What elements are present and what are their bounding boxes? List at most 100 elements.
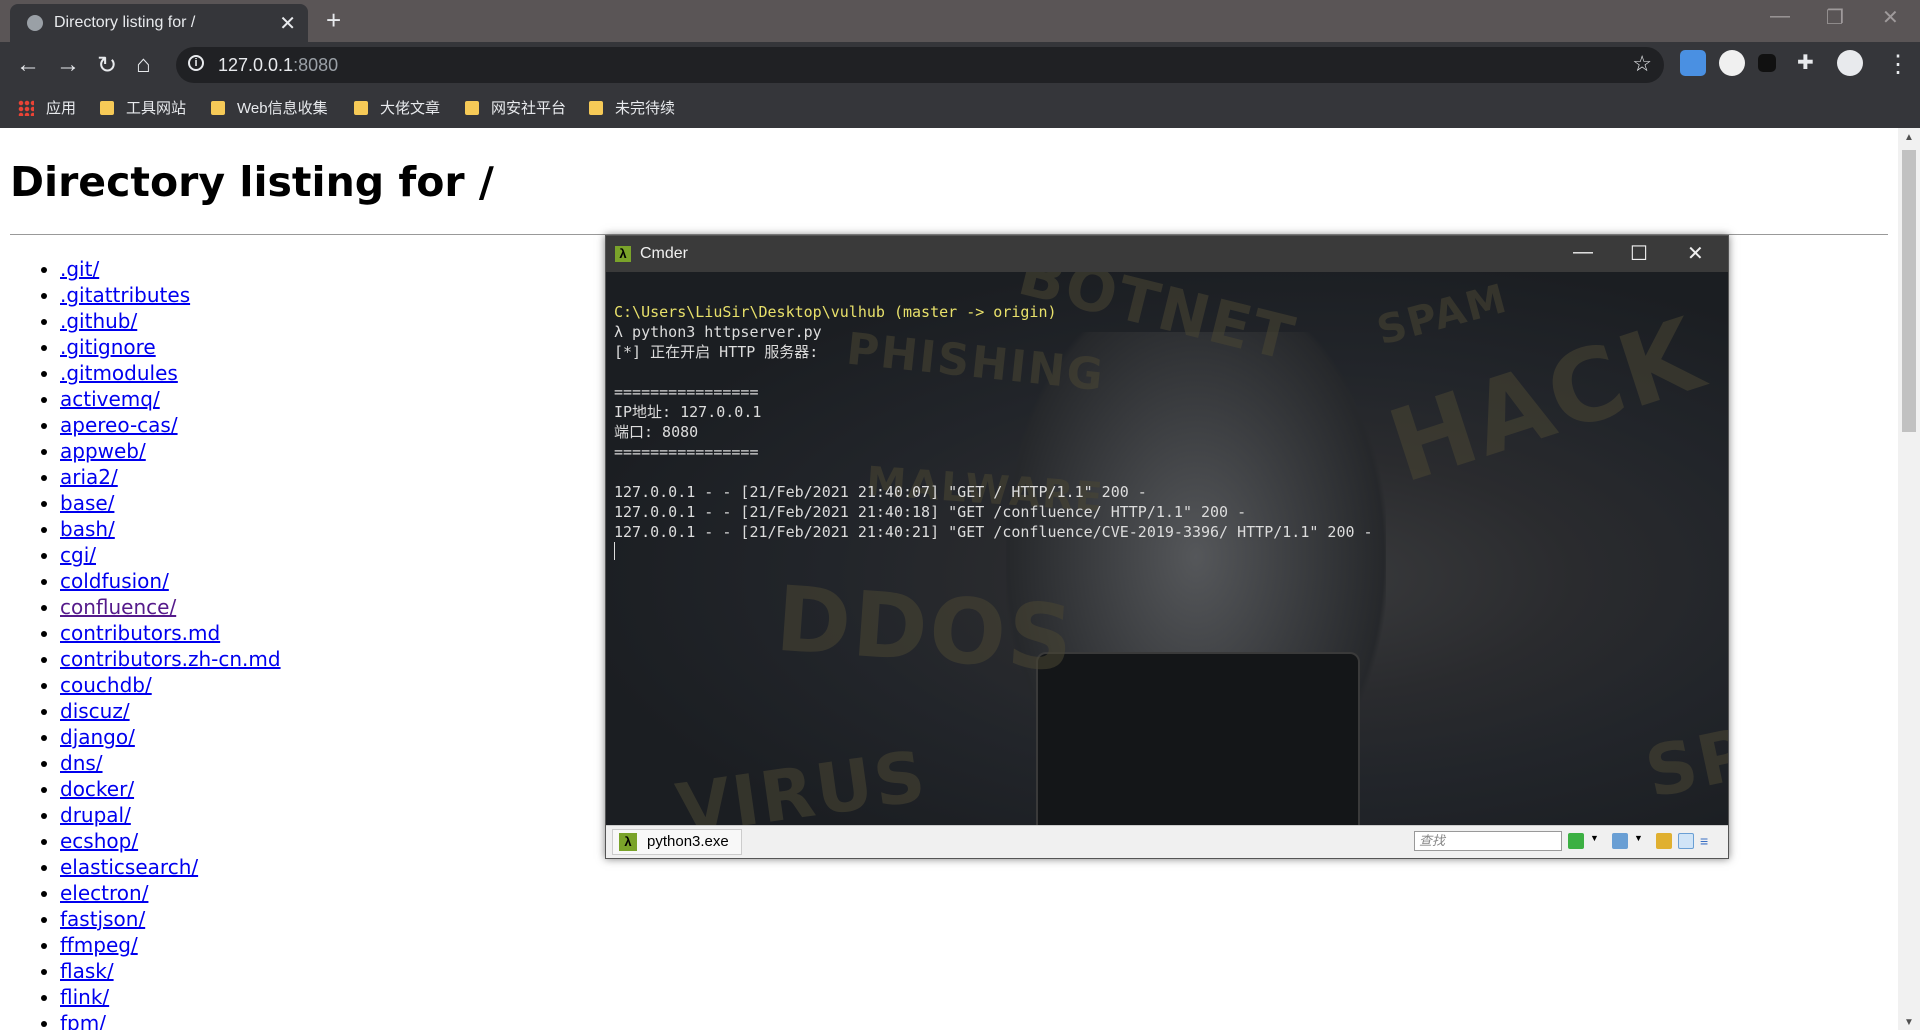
back-button[interactable]: ← xyxy=(16,51,40,79)
bookmark-folder-web-info[interactable]: Web信息收集 xyxy=(211,97,328,118)
home-button[interactable]: ⌂ xyxy=(136,51,151,79)
directory-link[interactable]: flask/ xyxy=(60,959,114,983)
directory-link[interactable]: django/ xyxy=(60,725,135,749)
directory-link[interactable]: bash/ xyxy=(60,517,115,541)
bookmark-folder-todo[interactable]: 未完待续 xyxy=(589,97,675,118)
search-input[interactable]: 查找 xyxy=(1414,831,1562,851)
list-item: cgi/ xyxy=(60,542,281,568)
cmder-maximize-button[interactable]: ☐ xyxy=(1630,241,1648,266)
directory-link[interactable]: cgi/ xyxy=(60,543,96,567)
directory-link[interactable]: activemq/ xyxy=(60,387,160,411)
list-item: confluence/ xyxy=(60,594,281,620)
browser-menu-button[interactable]: ⋮ xyxy=(1886,50,1910,79)
list-item: discuz/ xyxy=(60,698,281,724)
cmder-console[interactable]: BOTNET PHISHING HACK DDOS VIRUS MALWARE … xyxy=(606,272,1728,826)
menu-lines-icon[interactable]: ≡ xyxy=(1700,833,1716,849)
list-item: .gitignore xyxy=(60,334,281,360)
background-word: SPAM xyxy=(1372,275,1513,355)
scrollbar-thumb[interactable] xyxy=(1902,150,1916,432)
directory-link[interactable]: .git/ xyxy=(60,257,99,281)
extension-blue-icon[interactable] xyxy=(1680,50,1706,76)
directory-link[interactable]: aria2/ xyxy=(60,465,118,489)
address-bar[interactable]: i 127.0.0.1:8080 ☆ xyxy=(176,47,1664,83)
directory-link[interactable]: couchdb/ xyxy=(60,673,152,697)
directory-link[interactable]: docker/ xyxy=(60,777,134,801)
directory-link[interactable]: .gitignore xyxy=(60,335,156,359)
list-item: contributors.zh-cn.md xyxy=(60,646,281,672)
globe-icon xyxy=(27,15,43,31)
bookmark-folder-platform[interactable]: 网安社平台 xyxy=(465,97,566,118)
bookmark-folder-tools[interactable]: 工具网站 xyxy=(100,97,186,118)
cmder-close-button[interactable]: ✕ xyxy=(1687,241,1704,266)
page-scrollbar[interactable]: ▲ ▼ xyxy=(1898,128,1920,1030)
laptop-graphic xyxy=(1036,652,1360,826)
cmder-minimize-button[interactable]: — xyxy=(1573,241,1593,264)
background-word: SP xyxy=(1638,711,1728,815)
directory-link[interactable]: ecshop/ xyxy=(60,829,138,853)
browser-tab[interactable]: Directory listing for / ✕ xyxy=(10,4,308,42)
list-item: base/ xyxy=(60,490,281,516)
directory-link[interactable]: fastjson/ xyxy=(60,907,145,931)
dropdown-arrow-icon[interactable]: ▼ xyxy=(1590,833,1600,849)
directory-link[interactable]: flink/ xyxy=(60,985,109,1009)
bookmark-apps[interactable]: 应用 xyxy=(18,97,76,118)
reload-button[interactable]: ↻ xyxy=(97,51,117,80)
url-text: 127.0.0.1:8080 xyxy=(218,55,339,75)
directory-link[interactable]: contributors.zh-cn.md xyxy=(60,647,281,671)
terminal-line: ================ xyxy=(614,443,759,461)
lambda-icon: λ xyxy=(619,833,637,851)
list-item: .git/ xyxy=(60,256,281,282)
directory-link[interactable]: apereo-cas/ xyxy=(60,413,178,437)
directory-link[interactable]: dns/ xyxy=(60,751,103,775)
list-item: elasticsearch/ xyxy=(60,854,281,880)
directory-link[interactable]: .gitattributes xyxy=(60,283,190,307)
profile-avatar-icon[interactable] xyxy=(1837,50,1863,76)
directory-link[interactable]: confluence/ xyxy=(60,595,176,619)
new-tab-button[interactable]: + xyxy=(326,5,341,36)
directory-link[interactable]: .github/ xyxy=(60,309,137,333)
console-tab[interactable]: λ python3.exe xyxy=(612,829,742,855)
tab-title: Directory listing for / xyxy=(54,14,196,31)
list-item: .github/ xyxy=(60,308,281,334)
console-layout-icon[interactable] xyxy=(1612,833,1628,849)
directory-link[interactable]: base/ xyxy=(60,491,114,515)
bookmark-star-icon[interactable]: ☆ xyxy=(1632,51,1652,77)
bookmarks-bar: 应用 工具网站 Web信息收集 大佬文章 网安社平台 未完待续 xyxy=(0,88,1920,128)
directory-link[interactable]: .gitmodules xyxy=(60,361,178,385)
directory-link[interactable]: drupal/ xyxy=(60,803,131,827)
page-title: Directory listing for / xyxy=(10,158,494,206)
extension-fox-icon[interactable] xyxy=(1719,50,1745,76)
directory-link[interactable]: elasticsearch/ xyxy=(60,855,198,879)
cmder-title: Cmder xyxy=(640,245,689,262)
list-item: electron/ xyxy=(60,880,281,906)
new-console-plus-icon[interactable] xyxy=(1568,833,1584,849)
cmder-statusbar: λ python3.exe 查找 ▼ ▼ ≡ xyxy=(606,825,1728,858)
dropdown-arrow-icon[interactable]: ▼ xyxy=(1634,833,1644,849)
directory-link[interactable]: electron/ xyxy=(60,881,148,905)
directory-link[interactable]: contributors.md xyxy=(60,621,220,645)
window-close-button[interactable]: ✕ xyxy=(1882,5,1899,30)
forward-button[interactable]: → xyxy=(56,51,80,79)
lock-icon[interactable] xyxy=(1656,833,1672,849)
directory-link[interactable]: appweb/ xyxy=(60,439,146,463)
scroll-up-arrow-icon[interactable]: ▲ xyxy=(1904,132,1914,143)
list-item: drupal/ xyxy=(60,802,281,828)
extension-dark-icon[interactable] xyxy=(1758,54,1776,72)
tab-close-button[interactable]: ✕ xyxy=(279,11,296,36)
scroll-down-arrow-icon[interactable]: ▼ xyxy=(1904,1017,1914,1028)
folder-icon xyxy=(100,101,114,115)
window-restore-button[interactable]: ❐ xyxy=(1826,5,1844,30)
split-view-icon[interactable] xyxy=(1678,833,1694,849)
directory-link[interactable]: coldfusion/ xyxy=(60,569,169,593)
cmder-titlebar[interactable]: λ Cmder — ☐ ✕ xyxy=(606,236,1728,272)
list-item: fpm/ xyxy=(60,1010,281,1030)
directory-link[interactable]: fpm/ xyxy=(60,1011,106,1030)
list-item: dns/ xyxy=(60,750,281,776)
extensions-puzzle-icon[interactable]: ✚ xyxy=(1797,50,1823,76)
directory-link[interactable]: discuz/ xyxy=(60,699,130,723)
site-info-icon[interactable]: i xyxy=(188,55,204,71)
window-minimize-button[interactable]: — xyxy=(1770,5,1790,28)
terminal-line: 端口: 8080 xyxy=(614,423,699,441)
bookmark-folder-articles[interactable]: 大佬文章 xyxy=(354,97,440,118)
directory-link[interactable]: ffmpeg/ xyxy=(60,933,138,957)
